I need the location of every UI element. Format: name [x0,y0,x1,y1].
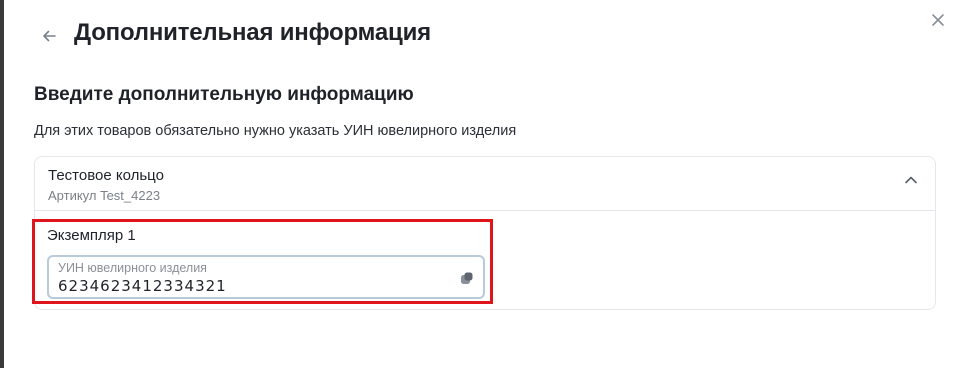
annotation-highlight [32,219,493,304]
close-button[interactable] [928,10,948,30]
chevron-up-icon[interactable] [903,172,919,188]
background-window-edge [0,0,4,368]
product-sku: Артикул Test_4223 [48,188,161,203]
modal-title: Дополнительная информация [74,19,431,46]
section-heading: Введите дополнительную информацию [34,84,414,105]
product-accordion-header[interactable]: Тестовое кольцо Артикул Test_4223 [35,157,935,211]
section-hint: Для этих товаров обязательно нужно указа… [34,123,517,139]
arrow-left-icon [43,30,56,42]
close-icon [932,14,944,26]
back-button[interactable] [38,25,60,47]
product-name: Тестовое кольцо [48,167,164,184]
